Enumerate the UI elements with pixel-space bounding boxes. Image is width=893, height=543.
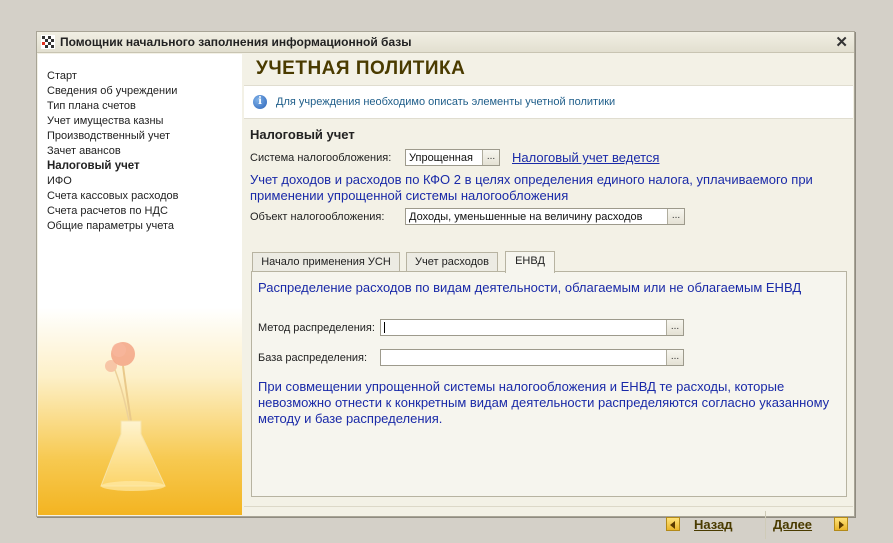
page-title: УЧЕТНАЯ ПОЛИТИКА — [256, 58, 466, 79]
sidebar-item-production[interactable]: Производственный учет — [47, 129, 242, 144]
tab-usn-start[interactable]: Начало применения УСН — [252, 252, 400, 271]
info-text: Для учреждения необходимо описать элемен… — [276, 96, 616, 108]
base-select-button[interactable]: ... — [666, 350, 683, 365]
tax-object-field[interactable]: Доходы, уменьшенные на величину расходов… — [405, 208, 685, 225]
info-icon: i — [253, 95, 267, 109]
back-arrow-icon[interactable] — [666, 517, 680, 531]
info-bar: i Для учреждения необходимо описать элем… — [244, 85, 853, 119]
envd-heading: Распределение расходов по видам деятельн… — [258, 280, 802, 295]
base-field[interactable]: ... — [380, 349, 684, 366]
window-title: Помощник начального заполнения информаци… — [60, 35, 412, 49]
sidebar-item-treasury[interactable]: Учет имущества казны — [47, 114, 242, 129]
tax-system-field[interactable]: Упрощенная ... — [405, 149, 500, 166]
kfo-note: Учет доходов и расходов по КФО 2 в целях… — [250, 172, 813, 203]
assistant-window: Помощник начального заполнения информаци… — [36, 31, 855, 539]
section-title-tax: Налоговый учет — [250, 127, 355, 142]
close-icon[interactable]: ✕ — [835, 33, 848, 51]
next-button[interactable]: Далее — [773, 517, 812, 532]
sidebar-item-ifo[interactable]: ИФО — [47, 174, 242, 189]
tax-system-label: Система налогообложения: — [250, 152, 392, 164]
tab-expense-accounting[interactable]: Учет расходов — [406, 252, 498, 271]
sidebar-nav: Старт Сведения об учреждении Тип плана с… — [38, 54, 242, 234]
envd-note: При совмещении упрощенной системы налого… — [258, 379, 830, 426]
method-select-button[interactable]: ... — [666, 320, 683, 335]
tax-object-value: Доходы, уменьшенные на величину расходов — [409, 211, 643, 223]
sidebar-item-start[interactable]: Старт — [47, 69, 242, 84]
tax-accounting-link[interactable]: Налоговый учет ведется — [512, 150, 659, 165]
sidebar-item-chart-type[interactable]: Тип плана счетов — [47, 99, 242, 114]
sidebar-item-vat-accounts[interactable]: Счета расчетов по НДС — [47, 204, 242, 219]
sidebar-item-institution[interactable]: Сведения об учреждении — [47, 84, 242, 99]
text-cursor — [384, 322, 385, 333]
next-arrow-icon[interactable] — [834, 517, 848, 531]
sidebar: Старт Сведения об учреждении Тип плана с… — [38, 54, 242, 515]
flower-vase-illustration — [100, 342, 166, 491]
title-bar: Помощник начального заполнения информаци… — [37, 32, 854, 53]
tab-envd[interactable]: ЕНВД — [505, 251, 555, 273]
main-panel: УЧЕТНАЯ ПОЛИТИКА i Для учреждения необхо… — [244, 54, 853, 539]
app-icon — [41, 35, 55, 49]
sidebar-item-advances[interactable]: Зачет авансов — [47, 144, 242, 159]
sidebar-item-general[interactable]: Общие параметры учета — [47, 219, 242, 234]
base-label: База распределения: — [258, 352, 368, 364]
sidebar-item-tax[interactable]: Налоговый учет — [47, 159, 242, 174]
tax-object-label: Объект налогообложения: — [250, 211, 385, 223]
sidebar-item-cash-accounts[interactable]: Счета кассовых расходов — [47, 189, 242, 204]
tax-system-value: Упрощенная — [409, 152, 473, 164]
footer-divider — [244, 506, 853, 507]
envd-tab-panel: Распределение расходов по видам деятельн… — [251, 271, 847, 497]
tax-object-select-button[interactable]: ... — [667, 209, 684, 224]
back-button[interactable]: Назад — [694, 517, 733, 532]
method-field[interactable]: ... — [380, 319, 684, 336]
footer-separator — [765, 511, 766, 539]
tax-system-select-button[interactable]: ... — [482, 150, 499, 165]
method-label: Метод распределения: — [258, 322, 375, 334]
